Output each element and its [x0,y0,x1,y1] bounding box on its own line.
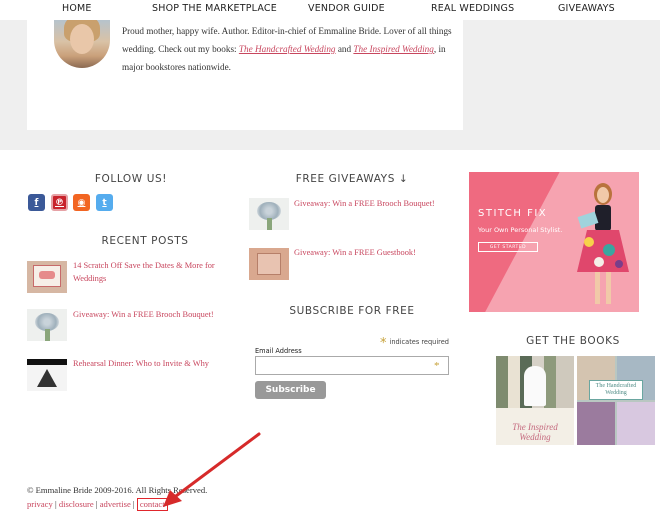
twitter-icon[interactable]: t [96,194,113,211]
nav-giveaways[interactable]: GIVEAWAYS [558,3,615,14]
recent-post-link[interactable]: Rehearsal Dinner: Who to Invite & Why [73,357,233,370]
ad-tagline: Your Own Personal Stylist. [478,226,563,234]
book-link-inspired[interactable]: The Inspired Wedding [353,44,433,54]
footer-link-disclosure[interactable]: disclosure [59,499,94,509]
email-input[interactable] [255,356,449,375]
footer-link-advertise[interactable]: advertise [100,499,131,509]
pinterest-icon[interactable]: ℗ [51,194,68,211]
book-link-handcrafted[interactable]: The Handcrafted Wedding [239,44,336,54]
footer-link-privacy[interactable]: privacy [27,499,53,509]
giveaway-thumbnail-guestbook[interactable] [249,248,289,280]
required-asterisk-icon: * [380,336,387,351]
email-label: Email Address [255,347,302,355]
rss-icon[interactable]: ◉ [73,194,90,211]
subscribe-button[interactable]: Subscribe [255,381,326,399]
free-giveaways-title: FREE GIVEAWAYS ↓ [295,173,409,185]
footer-copyright: © Emmaline Bride 2009-2016. All Rights R… [27,485,208,495]
post-thumbnail-brooch-bouquet[interactable] [27,309,67,341]
ad-get-started-button[interactable]: GET STARTED [478,242,538,252]
recent-posts-title: RECENT POSTS [101,235,189,247]
facebook-icon[interactable]: f [28,194,45,211]
giveaway-thumbnail-brooch-bouquet[interactable] [249,198,289,230]
footer-link-contact[interactable]: contact [136,498,168,511]
nav-vendor-guide[interactable]: VENDOR GUIDE [308,3,385,14]
giveaway-link[interactable]: Giveaway: Win a FREE Guestbook! [294,246,454,259]
book-cover-handcrafted-wedding[interactable]: The Handcrafted Wedding [577,356,655,445]
main-nav: HOME SHOP THE MARKETPLACE VENDOR GUIDE R… [0,0,660,20]
stitch-fix-ad[interactable]: STITCH FIX Your Own Personal Stylist. GE… [469,172,639,312]
required-note: * indicates required [380,336,449,351]
author-bio-card: Proud mother, happy wife. Author. Editor… [27,20,463,130]
nav-home[interactable]: HOME [62,3,92,14]
book-cover-title: The Inspired Wedding [512,422,558,442]
book-cover-title: The Handcrafted Wedding [589,380,643,400]
nav-shop-marketplace[interactable]: SHOP THE MARKETPLACE [152,3,277,14]
nav-real-weddings[interactable]: REAL WEDDINGS [431,3,514,14]
follow-us-title: FOLLOW US! [94,173,168,185]
ad-brand: STITCH FIX [478,208,548,219]
recent-post-link[interactable]: 14 Scratch Off Save the Dates & More for… [73,259,223,285]
book-cover-inspired-wedding[interactable]: The Inspired Wedding [496,356,574,445]
author-avatar [54,20,110,68]
ad-model-image [577,183,629,304]
giveaway-link[interactable]: Giveaway: Win a FREE Brooch Bouquet! [294,197,454,210]
required-asterisk-icon: * [434,360,440,372]
subscribe-title: SUBSCRIBE FOR FREE [289,305,415,317]
author-bio-text: Proud mother, happy wife. Author. Editor… [122,26,452,72]
recent-post-link[interactable]: Giveaway: Win a FREE Brooch Bouquet! [73,308,233,321]
footer-links: privacy | disclosure | advertise | conta… [27,498,168,511]
post-thumbnail-rehearsal-dinner[interactable] [27,359,67,391]
post-thumbnail-save-the-dates[interactable] [27,261,67,293]
get-the-books-title: GET THE BOOKS [526,335,620,347]
